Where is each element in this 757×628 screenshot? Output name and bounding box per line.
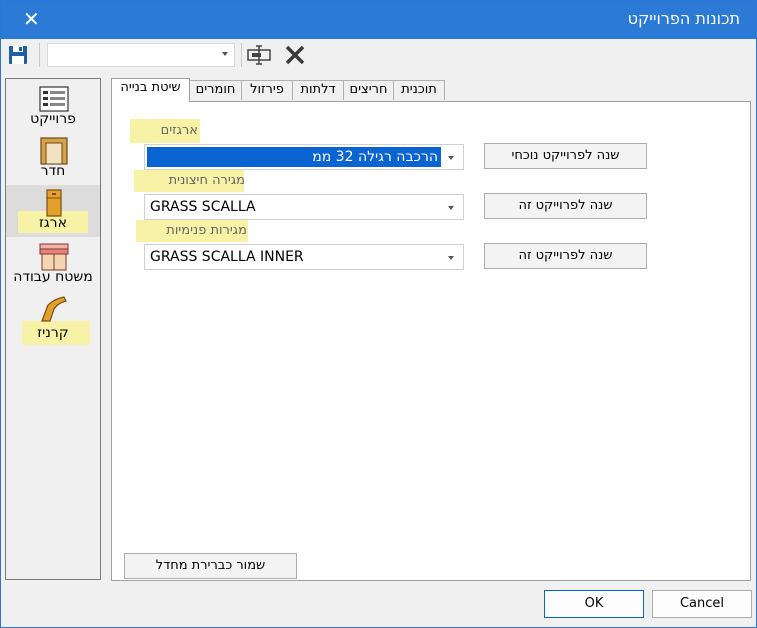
tab-plan[interactable]: תוכנית (393, 80, 445, 100)
change-current-project-button[interactable]: שנה לפרוייקט נוכחי (484, 143, 647, 169)
outer-drawer-select[interactable]: GRASS SCALLA (144, 194, 464, 220)
change-this-project-button[interactable]: שנה לפרוייקט זה (484, 193, 647, 219)
tab-materials[interactable]: חומרים (189, 80, 242, 100)
worktop-icon (39, 243, 69, 271)
chevron-down-icon[interactable] (448, 156, 454, 160)
inner-drawers-select[interactable]: GRASS SCALLA INNER (144, 244, 464, 270)
sidebar-item-cabinet[interactable]: ארגז (6, 185, 100, 237)
field-label-cabinets: ארגזים (160, 123, 198, 138)
delete-icon[interactable] (283, 43, 307, 67)
field-label-inner-drawers: מגירות פנימיות (166, 223, 247, 238)
sidebar-item-worktop[interactable]: משטח עבודה (6, 239, 100, 289)
sidebar-item-label: קרניז (37, 325, 69, 341)
change-this-project-button[interactable]: שנה לפרוייקט זה (484, 243, 647, 269)
cabinet-icon (46, 189, 62, 217)
tab-grooves[interactable]: חריצים (343, 80, 394, 100)
construction-method-panel: ארגזים הרכבה רגילה 32 ממ שנה לפרוייקט נו… (111, 101, 751, 581)
sidebar-item-cornice[interactable]: קרניז (6, 291, 100, 347)
save-icon[interactable] (7, 44, 29, 66)
outer-drawer-select-value: GRASS SCALLA (150, 199, 256, 215)
title-bar: תכונות הפרוייקט ✕ (1, 1, 756, 39)
tab-hardware[interactable]: פירזול (241, 80, 293, 100)
sidebar-item-label: משטח עבודה (13, 269, 93, 285)
tab-construction-method[interactable]: שיטת בנייה (111, 78, 190, 102)
toolbar-separator (39, 43, 40, 67)
sidebar-item-label: חדר (40, 163, 66, 179)
cancel-button[interactable]: Cancel (652, 590, 752, 618)
toolbar-combo[interactable] (47, 43, 235, 67)
project-properties-window: תכונות הפרוייקט ✕ פרוייקט חדר ארגז משטח … (0, 0, 757, 628)
field-label-outer-drawer: מגירה חיצונית (168, 173, 245, 188)
sidebar-item-project[interactable]: פרוייקט (6, 81, 100, 131)
cabinets-select-value: הרכבה רגילה 32 ממ (147, 147, 441, 167)
sidebar-item-label: ארגז (39, 215, 67, 231)
window-title: תכונות הפרוייקט (627, 9, 740, 28)
close-icon[interactable]: ✕ (23, 7, 40, 31)
form-icon[interactable] (247, 44, 271, 66)
project-icon (39, 86, 69, 112)
room-icon (40, 137, 68, 165)
cabinets-select[interactable]: הרכבה רגילה 32 ממ (144, 144, 464, 170)
inner-drawers-select-value: GRASS SCALLA INNER (150, 249, 304, 265)
save-as-default-button[interactable]: שמור כברירת מחדל (124, 553, 297, 579)
chevron-down-icon[interactable] (448, 206, 454, 210)
toolbar (1, 39, 756, 72)
sidebar-item-room[interactable]: חדר (6, 133, 100, 183)
tab-doors[interactable]: דלתות (292, 80, 344, 100)
cornice-icon (41, 296, 67, 322)
chevron-down-icon[interactable] (222, 52, 228, 56)
toolbar-separator (241, 43, 242, 67)
chevron-down-icon[interactable] (448, 256, 454, 260)
sidebar: פרוייקט חדר ארגז משטח עבודה קרניז (5, 78, 101, 580)
sidebar-item-label: פרוייקט (30, 111, 76, 127)
ok-button[interactable]: OK (544, 590, 644, 618)
